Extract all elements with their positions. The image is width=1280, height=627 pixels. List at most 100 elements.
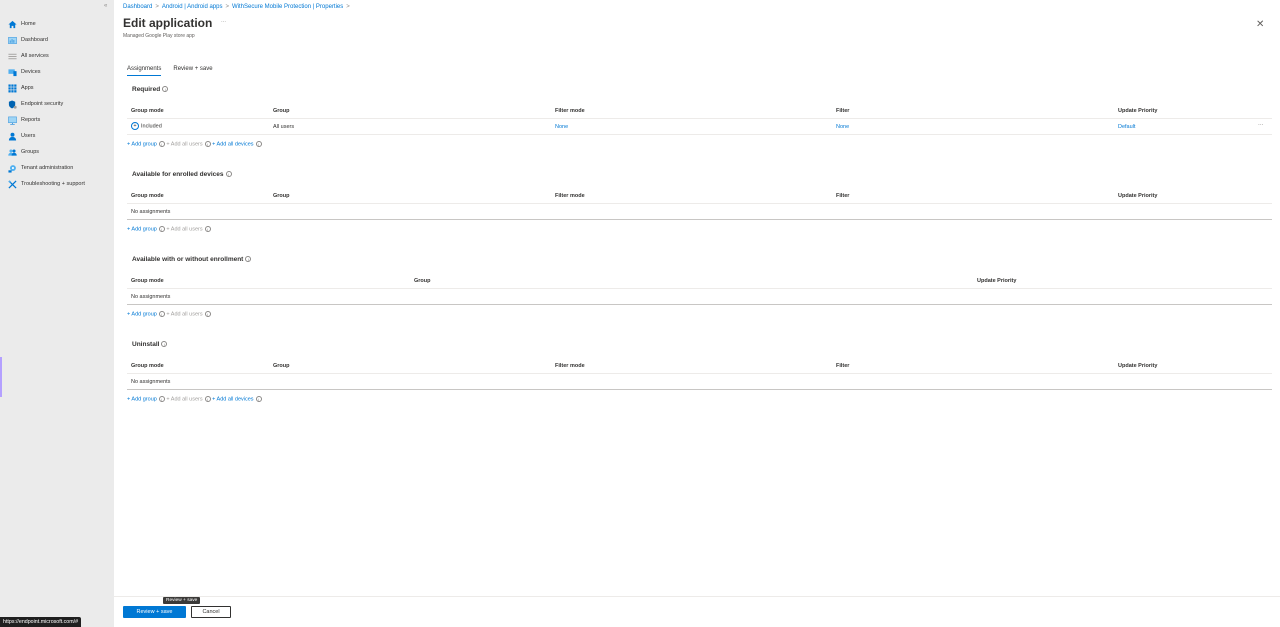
add-all-users-link[interactable]: + Add all users [166, 226, 202, 232]
info-icon[interactable]: i [204, 141, 211, 147]
sidebar-item-reports[interactable]: Reports [0, 112, 114, 128]
sidebar-item-apps[interactable]: Apps [0, 80, 114, 96]
filter-link[interactable]: None [836, 124, 849, 130]
column-header-filter-mode: Filter mode [555, 363, 585, 369]
breadcrumb-android-apps[interactable]: Android | Android apps [162, 4, 223, 10]
breadcrumb-separator: > [155, 4, 159, 10]
add-all-users-link[interactable]: + Add all users [166, 141, 202, 147]
add-group-link[interactable]: + Add group [127, 396, 157, 402]
close-icon[interactable]: ✕ [1256, 19, 1264, 30]
footer-bar: Review + save Review + save Cancel [114, 596, 1280, 627]
section-title-text: Available for enrolled devices [132, 171, 224, 178]
sidebar-item-label: All services [21, 53, 49, 59]
table-row-empty: No assignments [127, 204, 1272, 220]
add-all-users-link[interactable]: + Add all users [166, 311, 202, 317]
home-icon [8, 20, 17, 28]
page-title: Edit application [123, 16, 213, 30]
tenant-admin-icon [8, 164, 16, 173]
section-title: Uninstall i [127, 341, 1272, 348]
info-icon[interactable]: i [158, 226, 165, 232]
sidebar-item-tenant-administration[interactable]: Tenant administration [0, 160, 114, 176]
add-all-users-link[interactable]: + Add all users [166, 396, 202, 402]
group-mode-value: Included [141, 123, 162, 130]
info-icon[interactable]: i [204, 396, 211, 402]
collapse-sidebar-icon[interactable]: « [104, 3, 107, 9]
assignment-actions: + Add group i + Add all users i + Add all … [127, 141, 1272, 147]
row-more-icon[interactable]: ··· [1258, 122, 1264, 128]
column-header-group-mode: Group mode [131, 193, 164, 199]
main-panel: Dashboard > Android | Android apps > WithSec… [114, 0, 1280, 627]
section-title: Available for enrolled devices i [127, 171, 1272, 178]
info-icon[interactable]: i [204, 226, 211, 232]
sidebar-item-home[interactable]: Home [0, 16, 114, 32]
all-services-icon [8, 53, 17, 59]
column-header-group-mode: Group mode [131, 108, 164, 114]
sidebar-item-label: Groups [21, 149, 40, 155]
dashboard-icon [8, 36, 17, 44]
info-icon[interactable]: i [158, 311, 165, 317]
add-all-devices-link[interactable]: + Add all devices [212, 141, 253, 147]
sidebar-item-troubleshooting[interactable]: Troubleshooting + support [0, 176, 114, 192]
group-value: All users [273, 124, 295, 130]
sidebar-item-label: Troubleshooting + support [21, 181, 85, 187]
assignment-actions: + Add group i + Add all users i + Add all … [127, 396, 1272, 402]
column-header-filter-mode: Filter mode [555, 108, 585, 114]
section-title-text: Uninstall [132, 341, 160, 348]
table-row-empty: No assignments [127, 374, 1272, 390]
cancel-button[interactable]: Cancel [191, 606, 231, 618]
no-assignments-text: No assignments [131, 379, 171, 385]
tab-assignments[interactable]: Assignments [127, 66, 162, 76]
sidebar-item-groups[interactable]: Groups [0, 144, 114, 160]
info-icon[interactable]: i [161, 341, 168, 348]
breadcrumb-app-properties[interactable]: WithSecure Mobile Protection | Propertie… [232, 4, 343, 10]
info-icon[interactable]: i [158, 396, 165, 402]
troubleshooting-icon [8, 179, 17, 189]
assignment-actions: + Add group i + Add all users i [127, 226, 1272, 232]
sidebar-item-label: Devices [21, 69, 41, 75]
review-save-button[interactable]: Review + save [123, 606, 186, 618]
status-bar-url: https://endpoint.microsoft.com/# [0, 617, 82, 627]
no-assignments-text: No assignments [131, 294, 171, 300]
sidebar-item-label: Endpoint security [21, 101, 64, 107]
table-header: Group mode Group Update Priority [127, 273, 1272, 289]
info-icon[interactable]: i [255, 396, 262, 402]
add-group-link[interactable]: + Add group [127, 226, 157, 232]
section-title: Available with or without enrollment i [127, 256, 1272, 263]
section-title-text: Available with or without enrollment [132, 256, 244, 263]
breadcrumb-dashboard[interactable]: Dashboard [123, 4, 152, 10]
endpoint-security-icon [8, 99, 17, 109]
info-icon[interactable]: i [245, 256, 252, 263]
info-icon[interactable]: i [162, 86, 169, 93]
breadcrumb-separator: > [346, 4, 350, 10]
sidebar-item-label: Tenant administration [21, 165, 74, 171]
wizard-tabs: Assignments Review + save [127, 66, 213, 76]
sidebar-item-devices[interactable]: Devices [0, 64, 114, 80]
devices-icon [8, 68, 17, 76]
add-group-link[interactable]: + Add group [127, 311, 157, 317]
tab-review-save[interactable]: Review + save [173, 66, 212, 76]
sidebar-item-users[interactable]: Users [0, 128, 114, 144]
filter-mode-link[interactable]: None [555, 124, 568, 130]
column-header-update-priority: Update Priority [1118, 108, 1158, 114]
section-title-text: Required [132, 86, 161, 93]
sidebar-item-endpoint-security[interactable]: Endpoint security [0, 96, 114, 112]
group-mode-included-link[interactable]: + Included [131, 122, 162, 130]
add-group-link[interactable]: + Add group [127, 141, 157, 147]
sidebar-item-dashboard[interactable]: Dashboard [0, 32, 114, 48]
update-priority-link[interactable]: Default [1118, 124, 1135, 130]
info-icon[interactable]: i [225, 171, 232, 178]
info-icon[interactable]: i [204, 311, 211, 317]
column-header-update-priority: Update Priority [1118, 193, 1158, 199]
column-header-filter-mode: Filter mode [555, 193, 585, 199]
column-header-group: Group [273, 363, 290, 369]
info-icon[interactable]: i [158, 141, 165, 147]
sidebar-item-all-services[interactable]: All services [0, 48, 114, 64]
section-available-enrolled: Available for enrolled devices i Group mo… [127, 171, 1272, 232]
column-header-group: Group [273, 108, 290, 114]
more-options-icon[interactable]: ... [221, 18, 226, 24]
info-icon[interactable]: i [255, 141, 262, 147]
breadcrumb: Dashboard > Android | Android apps > WithSec… [123, 4, 353, 10]
page-subtitle: Managed Google Play store app [123, 33, 195, 39]
add-all-devices-link[interactable]: + Add all devices [212, 396, 253, 402]
users-icon [8, 132, 17, 141]
